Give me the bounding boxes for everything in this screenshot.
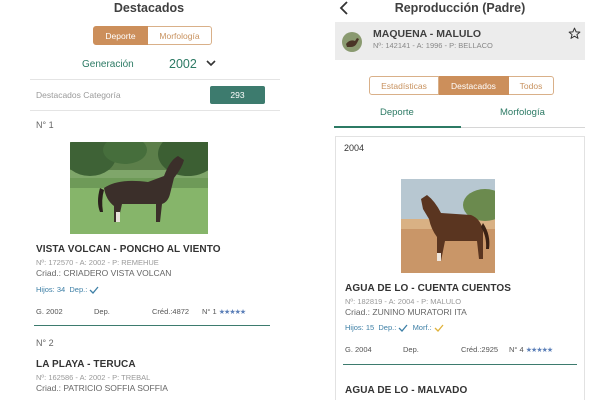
horse-photo[interactable] xyxy=(401,179,495,273)
page-title: Reproducción (Padre) xyxy=(394,1,526,15)
dep-label: Dep.: xyxy=(378,323,397,332)
rank-number: N° 4 xyxy=(509,345,524,354)
count-badge: 293 xyxy=(210,86,265,104)
rank-value: N° 1 ★★★★★ xyxy=(202,307,246,316)
chevron-down-icon[interactable] xyxy=(205,57,217,69)
item-divider xyxy=(343,364,577,365)
item-divider xyxy=(34,325,270,326)
morf-label: Morf.: xyxy=(412,323,432,332)
segment-todos[interactable]: Todos xyxy=(509,76,554,95)
divider xyxy=(30,110,280,111)
hijos-count: Hijos: 15 xyxy=(345,323,375,332)
check-icon xyxy=(434,324,444,332)
horse-name[interactable]: LA PLAYA - TERUCA xyxy=(36,359,136,370)
hijos-row: Hijos: 34 Dep.: xyxy=(36,285,99,294)
segment-morfologia[interactable]: Morfología xyxy=(148,26,212,45)
sire-name: MAQUENA - MALULO xyxy=(373,28,482,40)
rank-number: N° 1 xyxy=(202,307,217,316)
favorite-star-icon[interactable] xyxy=(568,27,581,40)
star-rating: ★★★★★ xyxy=(525,347,553,354)
sire-registration: Nº: 142141 - A: 1996 - P: BELLACO xyxy=(373,41,493,50)
segment-estadisticas[interactable]: Estadísticas xyxy=(369,76,439,95)
generacion-label: Generación xyxy=(82,59,134,70)
hijos-count: Hijos: 34 xyxy=(36,285,66,294)
breeder-label: Criad.: CRIADERO VISTA VOLCAN xyxy=(36,268,172,278)
segment-deporte[interactable]: Deporte xyxy=(93,26,148,45)
page-title: Destacados xyxy=(113,1,185,15)
avatar xyxy=(342,32,362,52)
horse-name[interactable]: AGUA DE LO - CUENTA CUENTOS xyxy=(345,283,511,294)
horse-registration: Nº: 182819 - A: 2004 - P: MALULO xyxy=(345,297,462,306)
divider xyxy=(30,79,280,80)
item-number: N° 1 xyxy=(36,120,54,130)
dep-label: Dep.: xyxy=(69,285,88,294)
active-tab-indicator xyxy=(334,126,461,128)
breeder-label: Criad.: ZUNINO MURATORI ITA xyxy=(345,307,467,317)
tab-deporte[interactable]: Deporte xyxy=(380,107,414,118)
generacion-select[interactable]: 2002 xyxy=(169,57,197,71)
tab-morfologia[interactable]: Morfología xyxy=(500,107,545,118)
horse-name[interactable]: AGUA DE LO - MALVADO xyxy=(345,385,467,396)
star-rating: ★★★★★ xyxy=(218,309,246,316)
gen-value: G. 2004 xyxy=(345,345,372,354)
credits-value: Créd.:2925 xyxy=(461,345,499,354)
hijos-row: Hijos: 15 Dep.: Morf.: xyxy=(345,323,444,332)
reproduccion-screen: Reproducción (Padre) MAQUENA - MALULO Nº… xyxy=(330,0,590,400)
view-segmented-control: Estadísticas Destacados Todos xyxy=(369,76,554,95)
horse-name[interactable]: VISTA VOLCAN - PONCHO AL VIENTO xyxy=(36,244,221,255)
horse-photo[interactable] xyxy=(70,142,208,234)
check-icon xyxy=(89,286,99,294)
destacados-screen: Destacados Deporte Morfología Generación… xyxy=(16,0,282,400)
gen-value: G. 2002 xyxy=(36,307,63,316)
year-label: 2004 xyxy=(344,143,365,153)
horse-registration: Nº: 162586 - A: 2002 - P: TREBAL xyxy=(36,373,151,382)
item-number: N° 2 xyxy=(36,338,54,348)
segment-destacados[interactable]: Destacados xyxy=(439,76,509,95)
check-icon xyxy=(398,324,408,332)
credits-value: Créd.:4872 xyxy=(152,307,190,316)
rank-value: N° 4 ★★★★★ xyxy=(509,345,553,354)
destacados-categoria-label: Destacados Categoría xyxy=(36,90,121,100)
breeder-label: Criad.: PATRICIO SOFFIA SOFFIA xyxy=(36,383,168,393)
category-segmented-control: Deporte Morfología xyxy=(93,26,212,45)
horse-registration: Nº: 172570 - A: 2002 - P: REMEHUE xyxy=(36,258,159,267)
dep-value: Dep. xyxy=(403,345,419,354)
dep-value: Dep. xyxy=(94,307,110,316)
